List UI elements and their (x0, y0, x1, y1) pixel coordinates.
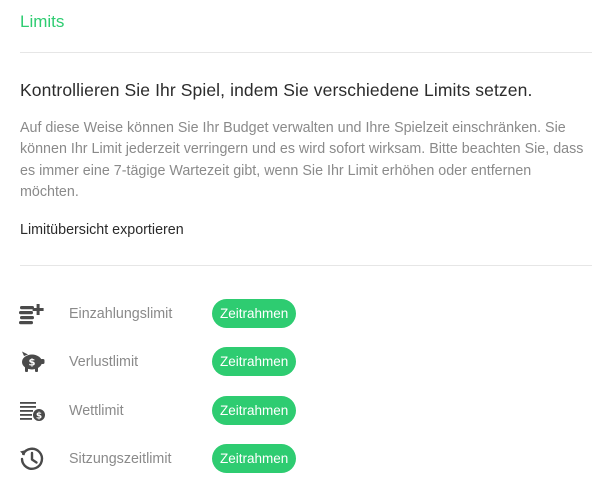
limit-label: Sitzungszeitlimit (69, 451, 172, 467)
limit-label: Verlustlimit (69, 354, 139, 370)
limits-page: Limits Kontrollieren Sie Ihr Spiel, inde… (0, 0, 600, 503)
timeframe-button[interactable]: Zeitrahmen (212, 299, 297, 328)
page-title: Limits (20, 12, 65, 31)
limit-row-loss: $ Verlustlimit Zeitrahmen (0, 346, 600, 378)
limit-label: Wettlimit (69, 403, 124, 419)
headline: Kontrollieren Sie Ihr Spiel, indem Sie v… (20, 80, 533, 100)
timeframe-button[interactable]: Zeitrahmen (212, 347, 297, 376)
clock-history-icon (18, 445, 46, 473)
svg-text:$: $ (36, 412, 42, 422)
divider (20, 265, 592, 266)
bet-money-icon: $ (18, 397, 46, 425)
export-limits-link[interactable]: Limitübersicht exportieren (20, 222, 184, 238)
coins-plus-icon (18, 300, 46, 328)
limit-label: Einzahlungslimit (69, 306, 173, 322)
limit-row-bet: $ Wettlimit Zeitrahmen (0, 395, 600, 427)
timeframe-button[interactable]: Zeitrahmen (212, 396, 297, 425)
svg-text:$: $ (29, 358, 36, 369)
limit-row-session: Sitzungszeitlimit Zeitrahmen (0, 443, 600, 475)
description: Auf diese Weise können Sie Ihr Budget ve… (20, 120, 584, 200)
piggy-bank-icon: $ (18, 348, 46, 376)
timeframe-button[interactable]: Zeitrahmen (212, 444, 297, 473)
limit-row-deposit: Einzahlungslimit Zeitrahmen (0, 298, 600, 330)
divider (20, 52, 592, 53)
